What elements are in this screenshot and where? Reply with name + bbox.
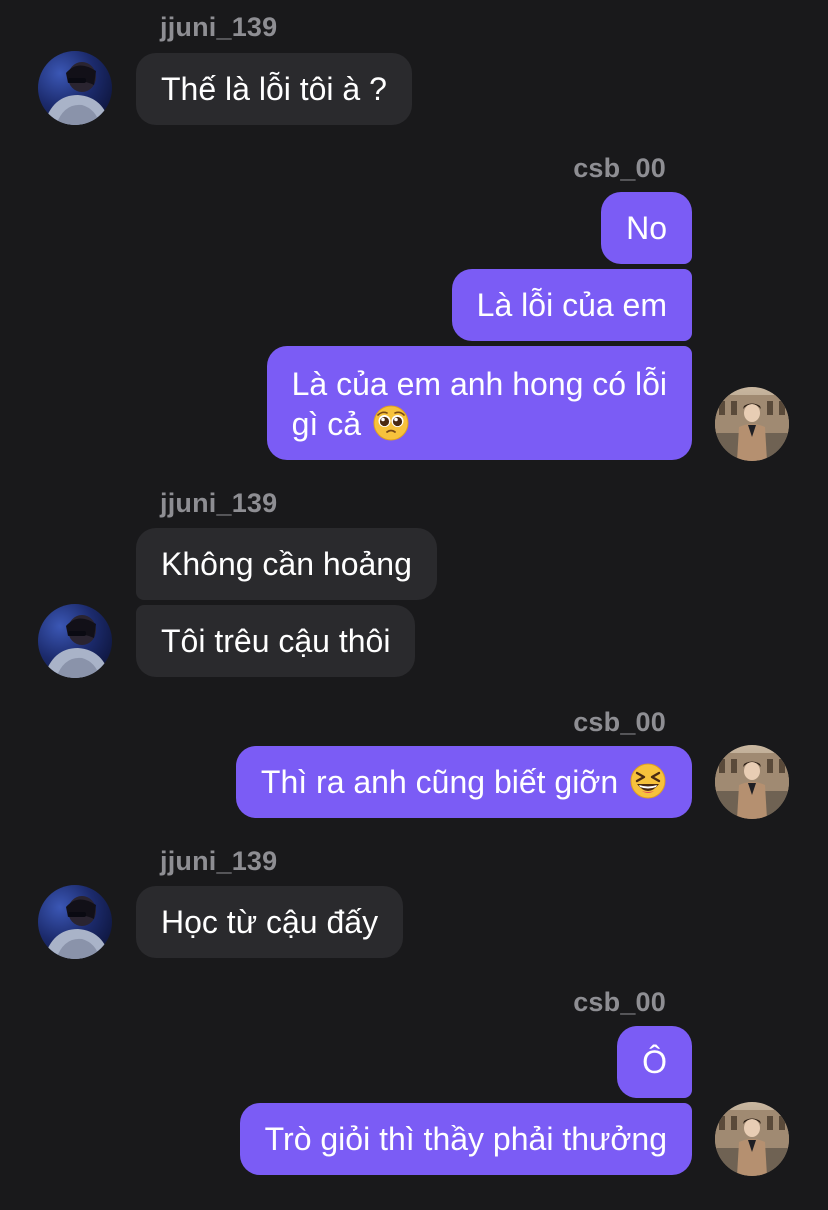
avatar-photo-icon xyxy=(38,604,112,678)
sender-name: jjuni_139 xyxy=(160,488,278,518)
message-text: Là lỗi của em xyxy=(476,287,667,323)
message-bubble[interactable]: Thế là lỗi tôi à ? xyxy=(136,53,412,125)
avatar-photo-icon xyxy=(715,1102,789,1176)
message-text: Ô xyxy=(642,1044,667,1080)
message-bubble[interactable]: Ô xyxy=(617,1026,692,1098)
message-bubble[interactable]: Là của em anh hong có lỗi gì cả xyxy=(266,346,692,460)
message-text: Tôi trêu cậu thôi xyxy=(161,623,391,659)
message-text: Trò giỏi thì thầy phải thưởng xyxy=(264,1121,667,1157)
avatar-photo-icon xyxy=(715,387,789,461)
message-bubble[interactable]: Không cần hoảng xyxy=(136,528,437,600)
avatar-photo-icon xyxy=(715,745,789,819)
avatar[interactable] xyxy=(715,387,789,461)
avatar[interactable] xyxy=(715,1102,789,1176)
message-text: Không cần hoảng xyxy=(161,546,412,582)
message-text-line: gì cả xyxy=(292,404,667,444)
message-text: gì cả xyxy=(291,406,361,442)
message-bubble[interactable]: Tôi trêu cậu thôi xyxy=(136,605,416,677)
message-text: Học từ cậu đấy xyxy=(161,904,379,940)
avatar[interactable] xyxy=(38,885,112,959)
message-bubble[interactable]: Là lỗi của em xyxy=(451,269,692,341)
message-text: Là của em anh hong có lỗi xyxy=(291,366,667,402)
avatar-photo-icon xyxy=(38,51,112,125)
message-bubble[interactable]: Thì ra anh cũng biết giỡn xyxy=(235,746,692,818)
grinning-squinting-face-emoji-icon xyxy=(629,762,667,800)
message-bubble[interactable]: No xyxy=(601,192,692,264)
message-bubble[interactable]: Học từ cậu đấy xyxy=(136,886,404,958)
sender-name: csb_00 xyxy=(573,707,666,737)
avatar[interactable] xyxy=(38,604,112,678)
sender-name: csb_00 xyxy=(573,987,666,1017)
avatar[interactable] xyxy=(38,51,112,125)
message-text: No xyxy=(626,210,667,246)
sender-name: csb_00 xyxy=(573,153,666,183)
message-text: Thì ra anh cũng biết giỡn xyxy=(260,764,619,800)
avatar-photo-icon xyxy=(38,885,112,959)
message-text: Thế là lỗi tôi à ? xyxy=(161,71,387,107)
message-bubble[interactable]: Trò giỏi thì thầy phải thưởng xyxy=(239,1103,692,1175)
avatar[interactable] xyxy=(715,745,789,819)
sender-name: jjuni_139 xyxy=(160,12,278,42)
sender-name: jjuni_139 xyxy=(160,846,278,876)
pleading-face-emoji-icon xyxy=(372,404,410,442)
